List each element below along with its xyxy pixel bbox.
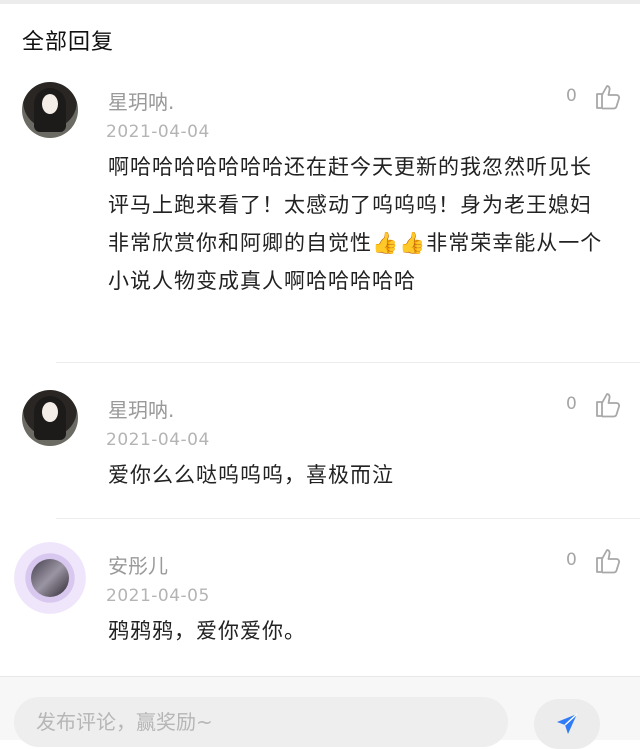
comment-text: 啊哈哈哈哈哈哈哈还在赶今天更新的我忽然听见长评马上跑来看了！太感动了呜呜呜！身为… <box>108 155 603 293</box>
avatar[interactable] <box>14 542 86 614</box>
comment-date: 2021-04-05 <box>106 586 210 606</box>
paper-plane-icon <box>557 713 578 734</box>
thumbs-up-icon[interactable] <box>594 390 622 418</box>
like-count: 0 <box>566 86 577 106</box>
send-button[interactable] <box>534 699 600 749</box>
username[interactable]: 星玥呐. <box>108 394 174 423</box>
thumbs-up-icon[interactable] <box>594 82 622 110</box>
comment-text: 鸦鸦鸦，爱你爱你。 <box>108 619 306 643</box>
divider <box>56 362 640 363</box>
divider <box>56 518 640 519</box>
comment-date: 2021-04-04 <box>106 430 210 450</box>
thumbs-up-icon[interactable] <box>594 546 622 574</box>
like-count: 0 <box>566 550 577 570</box>
comment-composer: 发布评论，赢奖励~ <box>0 676 640 749</box>
avatar[interactable] <box>22 82 78 138</box>
top-shade <box>0 0 640 4</box>
avatar[interactable] <box>22 390 78 446</box>
username[interactable]: 安彤儿 <box>108 550 168 579</box>
username[interactable]: 星玥呐. <box>108 86 174 115</box>
section-title: 全部回复 <box>22 30 115 55</box>
comment-date: 2021-04-04 <box>106 122 210 142</box>
comment-text: 爱你么么哒呜呜呜，喜极而泣 <box>108 463 394 487</box>
like-count: 0 <box>566 394 577 414</box>
comment-input[interactable]: 发布评论，赢奖励~ <box>14 697 508 747</box>
